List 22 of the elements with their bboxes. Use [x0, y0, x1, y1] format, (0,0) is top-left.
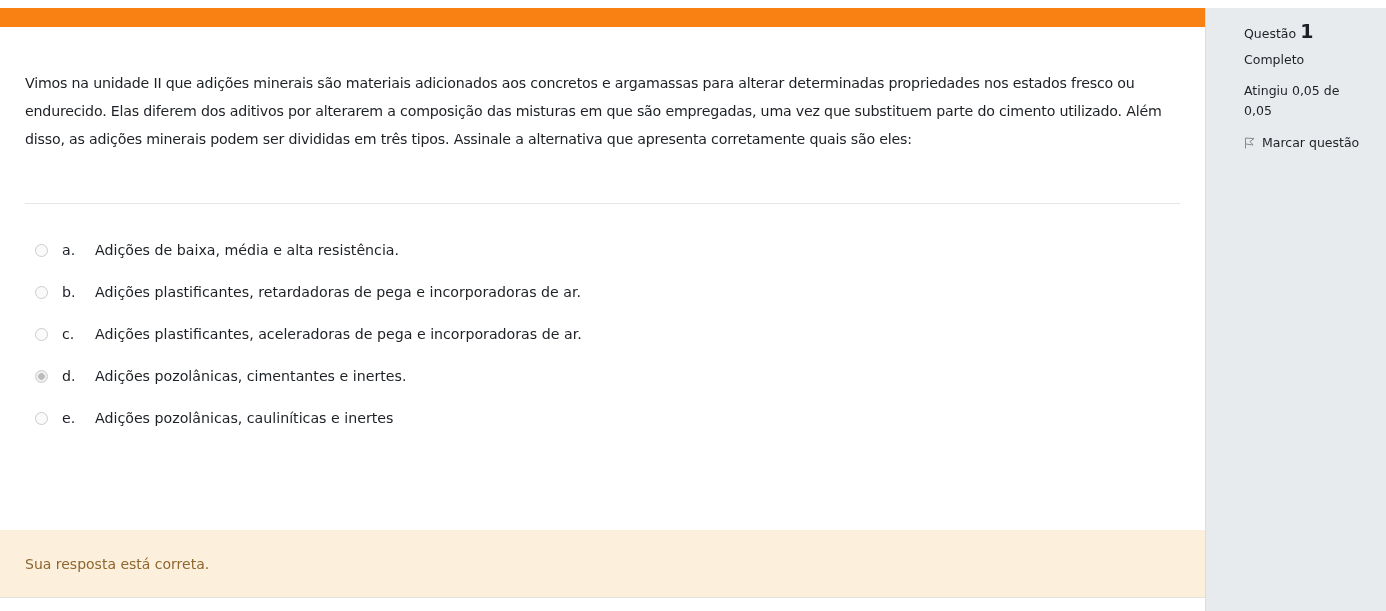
- question-number: Questão 1: [1244, 20, 1315, 42]
- radio-button[interactable]: [35, 369, 48, 383]
- option-text: Adições pozolânicas, cauliníticas e inertes: [95, 410, 394, 426]
- radio-button[interactable]: [35, 243, 48, 257]
- option-letter: a.: [62, 242, 77, 258]
- question-grade: Atingiu 0,05 de 0,05: [1244, 82, 1341, 120]
- question-state: Completo: [1244, 52, 1306, 67]
- option-text: Adições plastificantes, retardadoras de pega e incorporadoras de ar.: [95, 284, 582, 300]
- option-letter: d.: [62, 368, 77, 384]
- option-letter: b.: [62, 284, 77, 300]
- radio-button[interactable]: [35, 285, 48, 299]
- flag-question-link[interactable]: Marcar questão: [1244, 135, 1386, 150]
- option-text: Adições de baixa, média e alta resistência.: [95, 242, 400, 258]
- question-text: Vimos na unidade II que adições minerais são materiais adicionados aos concretos e argamassas para alterar determinadas propriedades nos estados fresco ou endurecido. Elas diferem dos aditivos por alterarem a composição das misturas em que são empregadas, uma vez que substituem parte do cimento utilizado. Além disso, as adições minerais podem ser divididas em três tipos. Assinale a alternativa que apresenta corretamente quais são eles:: [25, 74, 1163, 149]
- feedback-text: Sua resposta está correta.: [25, 555, 210, 572]
- option-text: Adições pozolânicas, cimentantes e inertes.: [95, 368, 407, 384]
- option-letter: c.: [62, 326, 76, 342]
- radio-button[interactable]: [35, 327, 48, 341]
- radio-button[interactable]: [35, 411, 48, 425]
- option-letter: e.: [62, 410, 77, 426]
- flag-icon: [1244, 136, 1255, 149]
- option-text: Adições plastificantes, aceleradoras de pega e incorporadoras de ar.: [95, 326, 582, 342]
